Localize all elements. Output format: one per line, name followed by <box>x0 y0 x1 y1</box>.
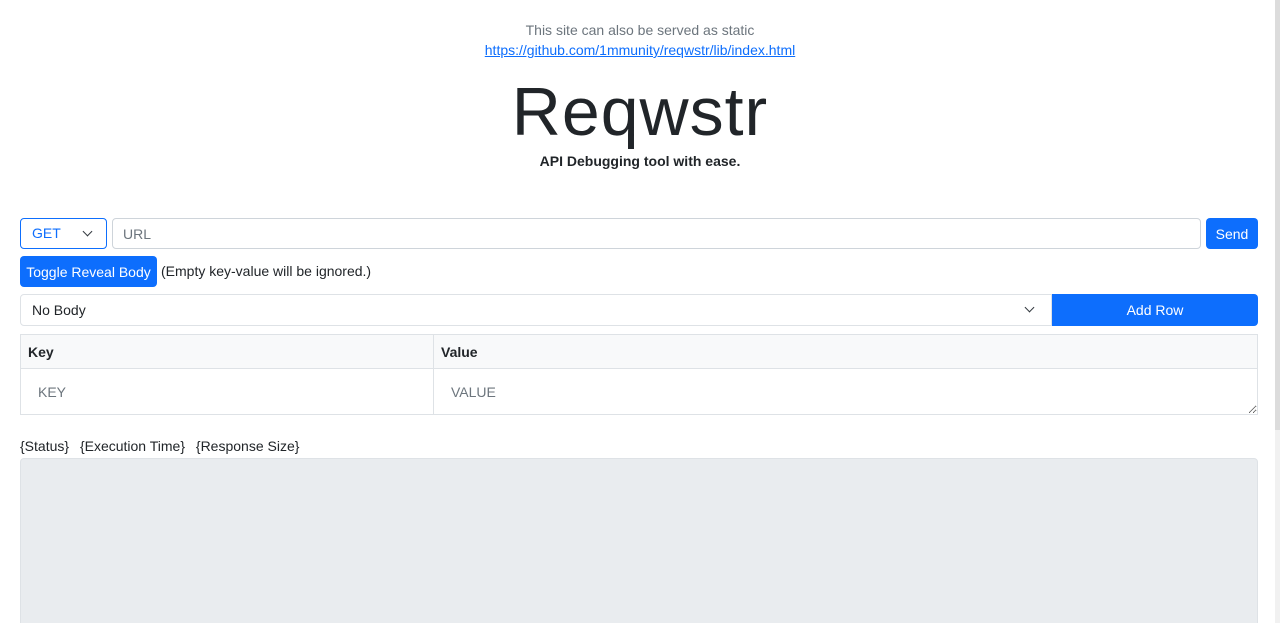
page-scrollbar[interactable] <box>1275 0 1280 623</box>
key-value-table: Key Value <box>20 334 1258 415</box>
chevron-down-icon <box>1024 302 1035 313</box>
toggle-reveal-body-button[interactable]: Toggle Reveal Body <box>20 256 157 287</box>
add-row-button[interactable]: Add Row <box>1052 294 1258 326</box>
body-hint: (Empty key-value will be ignored.) <box>161 263 372 279</box>
value-column-header: Value <box>433 334 1258 369</box>
method-value: GET <box>32 225 61 241</box>
key-column-header: Key <box>20 334 434 369</box>
method-select[interactable]: GET <box>20 218 107 249</box>
page-title: Reqwstr <box>511 74 769 150</box>
scrollbar-thumb[interactable] <box>1275 0 1280 430</box>
table-header-row: Key Value <box>20 334 1258 369</box>
response-meta: {Status} {Execution Time} {Response Size… <box>20 438 306 454</box>
status-label: {Status} <box>20 438 70 454</box>
key-input[interactable] <box>21 369 433 414</box>
static-notice: This site can also be served as static h… <box>0 21 1280 60</box>
chevron-down-icon <box>82 226 93 237</box>
body-type-select[interactable]: No Body <box>20 294 1052 326</box>
send-button[interactable]: Send <box>1206 218 1258 249</box>
execution-time-label: {Execution Time} <box>79 438 185 454</box>
key-cell <box>20 368 434 415</box>
response-output[interactable] <box>20 458 1258 623</box>
value-cell <box>433 368 1258 415</box>
table-row <box>20 368 1258 415</box>
value-textarea[interactable] <box>434 369 1257 414</box>
static-notice-text: This site can also be served as static <box>525 22 755 38</box>
static-link[interactable]: https://github.com/1mmunity/reqwstr/lib/… <box>485 41 795 60</box>
url-input[interactable] <box>112 218 1201 249</box>
response-size-label: {Response Size} <box>195 438 300 454</box>
body-type-value: No Body <box>32 302 86 318</box>
page-subtitle: API Debugging tool with ease. <box>539 153 741 169</box>
